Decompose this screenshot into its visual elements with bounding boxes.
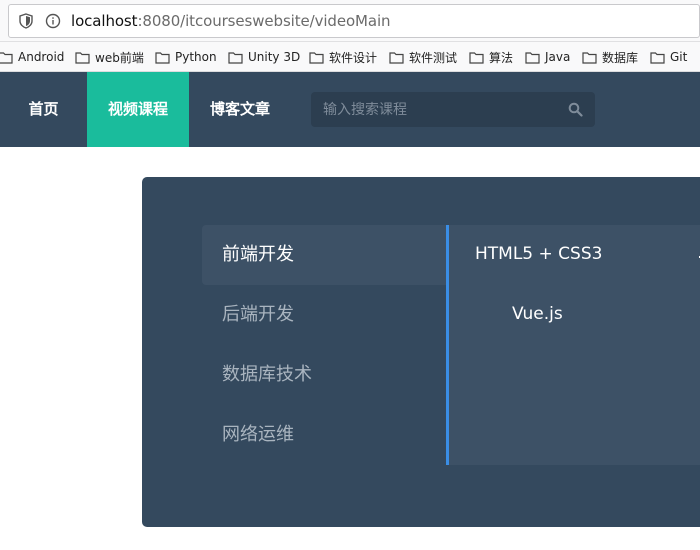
search-icon[interactable] [568,102,583,117]
bookmark-label: Android [18,50,65,64]
bookmark-web[interactable]: web前端 [75,48,144,66]
bookmark-git[interactable]: Git [650,48,687,66]
folder-icon [525,51,540,64]
nav-video-courses[interactable]: 视频课程 [87,72,189,147]
category-database[interactable]: 数据库技术 [202,345,448,405]
bookmark-label: 算法 [489,50,514,65]
category-network-ops[interactable]: 网络运维 [202,405,448,465]
course-category-panel: 前端开发 后端开发 数据库技术 网络运维 HTML5 + CSS3 Vue.js [142,177,700,527]
bookmark-label: Python [175,50,217,64]
bookmark-testing[interactable]: 软件测试 [389,48,457,66]
bookmark-database[interactable]: 数据库 [582,48,638,66]
nav-blog-articles[interactable]: 博客文章 [189,72,291,147]
url-text[interactable]: localhost:8080/itcourseswebsite/videoMai… [71,12,391,30]
bookmark-python[interactable]: Python [155,48,217,66]
folder-icon [155,51,170,64]
category-frontend[interactable]: 前端开发 [202,225,448,285]
url-host: localhost [71,12,138,30]
site-navbar: 首页 视频课程 博客文章 [0,72,700,147]
bookmark-label: 软件测试 [409,50,458,65]
folder-icon [582,51,597,64]
folder-icon [75,51,90,64]
subcourse-panel: HTML5 + CSS3 Vue.js [446,225,700,465]
bookmark-label: Java [545,50,571,64]
bookmark-label: 数据库 [602,50,639,65]
bookmarks-toolbar: Android web前端 Python Unity 3D 软件设计 软件测试 … [0,42,700,72]
bookmark-java[interactable]: Java [525,48,570,66]
bookmark-label: Unity 3D [248,50,301,64]
folder-icon [0,51,13,64]
shield-icon[interactable] [19,13,33,29]
bookmark-unity[interactable]: Unity 3D [228,48,300,66]
bookmark-algorithms[interactable]: 算法 [469,48,513,66]
folder-icon [469,51,484,64]
bookmark-design[interactable]: 软件设计 [309,48,377,66]
search-input[interactable] [311,92,561,127]
subcourse-html5-css3[interactable]: HTML5 + CSS3 [475,244,602,264]
bookmark-label: 软件设计 [329,50,378,65]
folder-icon [228,51,243,64]
browser-url-bar: localhost:8080/itcourseswebsite/videoMai… [0,0,700,42]
folder-icon [309,51,324,64]
nav-home[interactable]: 首页 [0,72,87,147]
url-path: :8080/itcourseswebsite/videoMain [137,12,391,30]
folder-icon [650,51,665,64]
subcourse-vuejs[interactable]: Vue.js [512,304,563,324]
category-backend[interactable]: 后端开发 [202,285,448,345]
address-box[interactable]: localhost:8080/itcourseswebsite/videoMai… [8,4,700,38]
bookmark-label: web前端 [95,50,144,65]
search-box [311,92,595,127]
bookmark-label: Git [670,50,688,64]
folder-icon [389,51,404,64]
info-icon[interactable] [45,13,61,29]
bookmark-android[interactable]: Android [0,48,64,66]
